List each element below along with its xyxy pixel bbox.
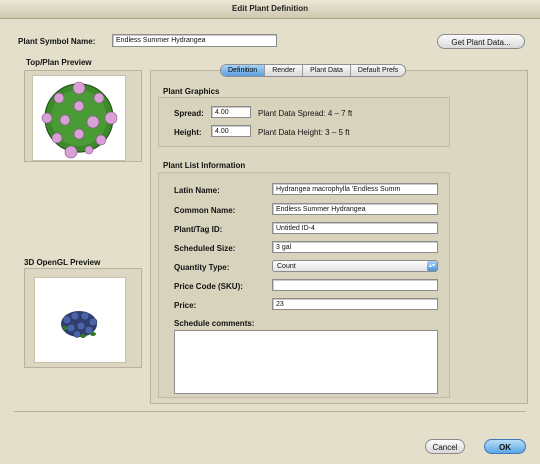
plant-list-info-heading: Plant List Information (163, 161, 246, 170)
quantity-type-value: Count (277, 263, 296, 270)
top-plan-preview-image (32, 75, 126, 161)
plant-tag-id-field[interactable]: Untitled ID-4 (272, 222, 438, 234)
schedule-comments-label: Schedule comments: (174, 319, 255, 328)
footer-divider (14, 411, 526, 412)
quantity-type-select[interactable]: Count ▴▾ (272, 260, 438, 272)
height-label: Height: (174, 128, 202, 137)
edit-plant-definition-dialog: Edit Plant Definition Plant Symbol Name:… (0, 0, 540, 464)
plant-graphics-heading: Plant Graphics (163, 87, 220, 96)
plant-symbol-icon (41, 81, 118, 159)
height-field[interactable]: 4.00 (211, 125, 251, 137)
common-name-field[interactable]: Endless Summer Hydrangea (272, 203, 438, 215)
get-plant-data-button[interactable]: Get Plant Data... (437, 34, 525, 49)
cancel-button[interactable]: Cancel (425, 439, 465, 454)
plant-symbol-name-label: Plant Symbol Name: (18, 37, 96, 46)
price-code-field[interactable] (272, 279, 438, 291)
plant-data-height-text: Plant Data Height: 3 – 5 ft (258, 128, 350, 137)
spread-field[interactable]: 4.00 (211, 106, 251, 118)
window-title: Edit Plant Definition (0, 0, 540, 19)
top-plan-preview-label: Top/Plan Preview (26, 58, 92, 67)
opengl-preview-label: 3D OpenGL Preview (24, 258, 101, 267)
spread-label: Spread: (174, 109, 204, 118)
schedule-comments-textarea[interactable] (174, 330, 438, 394)
price-field[interactable]: 23 (272, 298, 438, 310)
plant-data-spread-text: Plant Data Spread: 4 – 7 ft (258, 109, 353, 118)
ok-button[interactable]: OK (484, 439, 526, 454)
tab-default-prefs[interactable]: Default Prefs (351, 65, 405, 76)
price-code-label: Price Code (SKU): (174, 282, 243, 291)
scheduled-size-field[interactable]: 3 gal (272, 241, 438, 253)
plant-3d-model-icon (61, 311, 98, 338)
tab-plant-data[interactable]: Plant Data (303, 65, 351, 76)
opengl-preview-image (34, 277, 126, 363)
latin-name-field[interactable]: Hydrangea macrophylla 'Endless Summ (272, 183, 438, 195)
tab-definition[interactable]: Definition (221, 65, 266, 76)
scheduled-size-label: Scheduled Size: (174, 244, 236, 253)
tab-render[interactable]: Render (265, 65, 304, 76)
plant-graphics-group (158, 97, 450, 147)
tab-bar: Definition Render Plant Data Default Pre… (220, 64, 407, 77)
latin-name-label: Latin Name: (174, 186, 220, 195)
chevron-updown-icon: ▴▾ (427, 261, 437, 271)
plant-tag-id-label: Plant/Tag ID: (174, 225, 223, 234)
price-label: Price: (174, 301, 197, 310)
plant-symbol-name-field[interactable]: Endless Summer Hydrangea (112, 34, 277, 47)
quantity-type-label: Quantity Type: (174, 263, 230, 272)
common-name-label: Common Name: (174, 206, 236, 215)
